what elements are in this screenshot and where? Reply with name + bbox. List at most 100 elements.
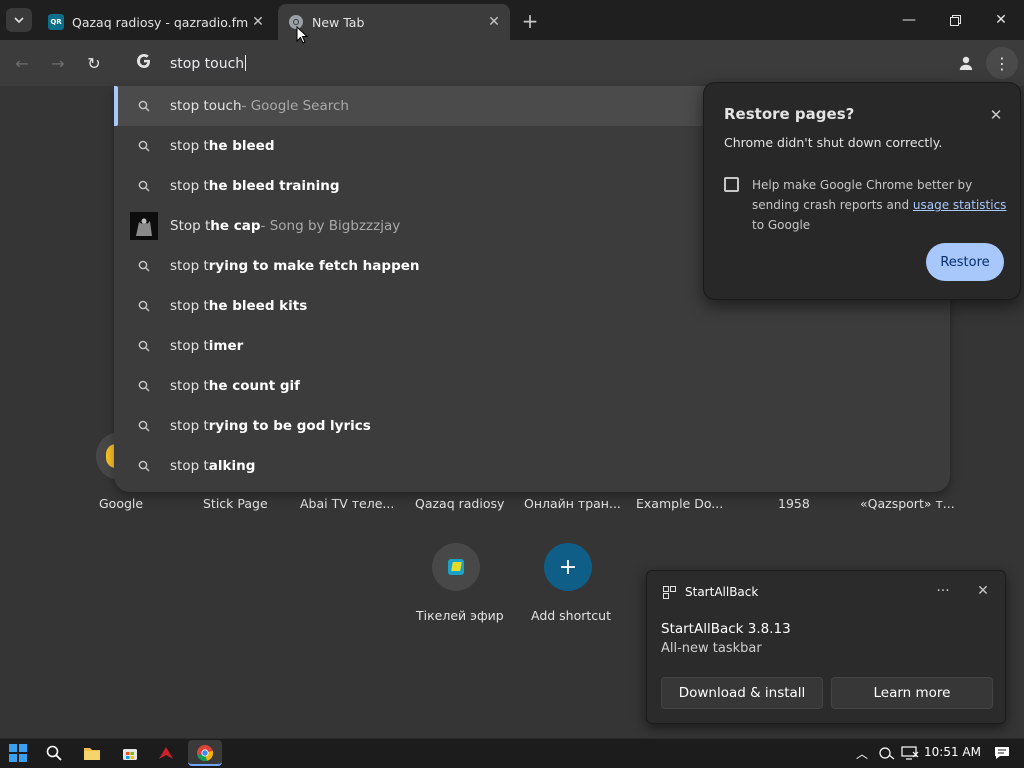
tab-title: New Tab <box>312 14 365 30</box>
search-icon <box>136 418 152 434</box>
suggestion-completion: rying to be god lyrics <box>208 418 371 434</box>
chrome-icon <box>197 745 214 762</box>
close-tab-icon[interactable]: ✕ <box>248 12 268 32</box>
file-explorer-button[interactable] <box>80 742 104 764</box>
suggestion-text: stop t <box>170 378 209 394</box>
suggestion-item[interactable]: stop t imer <box>114 326 950 366</box>
start-button[interactable] <box>6 742 30 764</box>
shortcut-label-online[interactable]: Онлайн тран... <box>524 496 621 511</box>
action-center-button[interactable] <box>990 742 1014 764</box>
suggestion-text: stop t <box>170 338 209 354</box>
tab-new-tab[interactable]: New Tab ✕ <box>278 4 510 40</box>
suggestion-completion: he bleed training <box>208 178 340 194</box>
shortcut-label-stick-page[interactable]: Stick Page <box>203 496 268 511</box>
chrome-menu-button[interactable]: ⋮ <box>986 47 1018 79</box>
suggestion-item[interactable]: stop t rying to be god lyrics <box>114 406 950 446</box>
forward-button[interactable]: → <box>46 51 70 75</box>
search-icon <box>136 338 152 354</box>
shortcut-label-google[interactable]: Google <box>99 496 143 511</box>
suggestion-completion: imer <box>208 338 244 354</box>
microsoft-store-button[interactable] <box>118 742 142 764</box>
shortcut-label-example[interactable]: Example Do... <box>636 496 723 511</box>
usage-statistics-link[interactable]: usage statistics <box>913 198 1007 212</box>
omnibox-input[interactable]: stop touch <box>170 55 247 72</box>
omnibox-text: stop touch <box>170 56 245 72</box>
notification-title: StartAllBack 3.8.13 <box>661 621 791 637</box>
startallback-app-icon <box>663 586 676 599</box>
taskbar-clock[interactable]: 10:51 AM <box>924 745 981 759</box>
suggestion-item[interactable]: stop t alking <box>114 446 950 486</box>
suggestion-completion: he bleed kits <box>208 298 308 314</box>
minimize-icon: — <box>902 12 916 28</box>
suggestion-text: stop t <box>170 258 209 274</box>
close-dialog-button[interactable]: ✕ <box>986 105 1006 125</box>
suggestion-completion: alking <box>208 458 256 474</box>
notification-more-button[interactable]: ··· <box>931 581 955 601</box>
new-tab-button[interactable]: + <box>518 9 542 33</box>
restore-window-icon <box>949 14 961 26</box>
shortcut-label-abai-tv[interactable]: Abai TV теле... <box>300 496 394 511</box>
notification-close-button[interactable]: ✕ <box>971 581 995 601</box>
text-caret <box>245 55 247 71</box>
checkbox-label: Help make Google Chrome better by sendin… <box>752 175 1007 235</box>
search-icon <box>136 378 152 394</box>
back-button[interactable]: ← <box>10 51 34 75</box>
dialog-title: Restore pages? <box>724 105 855 123</box>
show-hidden-icons-button[interactable]: ︿ <box>850 742 874 764</box>
close-icon: ✕ <box>977 583 989 599</box>
suggestion-item[interactable]: stop t he count gif <box>114 366 950 406</box>
qazradio-favicon-icon: QR <box>48 14 64 30</box>
mouse-cursor-icon <box>296 26 308 44</box>
profile-button[interactable] <box>954 51 978 75</box>
checkbox-text-end: to Google <box>752 218 811 232</box>
more-vert-icon: ⋮ <box>994 53 1010 73</box>
search-icon <box>46 745 62 761</box>
add-shortcut-button[interactable]: + <box>544 543 592 591</box>
dialog-message: Chrome didn't shut down correctly. <box>724 135 943 150</box>
tab-search-button[interactable] <box>6 8 32 32</box>
shortcut-label-1958[interactable]: 1958 <box>778 496 810 511</box>
shortcut-label-tikelei-efir[interactable]: Тікелей эфир <box>416 608 504 623</box>
suggestion-completion: he bleed <box>208 138 275 154</box>
reload-button[interactable]: ↻ <box>82 51 106 75</box>
restore-button[interactable]: Restore <box>926 243 1004 281</box>
notification-chat-icon <box>995 747 1009 759</box>
download-install-button[interactable]: Download & install <box>661 677 823 709</box>
close-tab-icon[interactable]: ✕ <box>484 12 504 32</box>
windows-logo-icon <box>9 744 27 762</box>
google-g-icon <box>137 54 150 68</box>
plus-icon: + <box>521 9 539 33</box>
suggestion-text: stop t <box>170 458 209 474</box>
shortcut-label-qazaq-radiosy[interactable]: Qazaq radiosy <box>415 496 504 511</box>
minimize-button[interactable]: — <box>886 8 932 32</box>
maximize-button[interactable] <box>932 8 978 32</box>
search-icon <box>136 298 152 314</box>
learn-more-button[interactable]: Learn more <box>831 677 993 709</box>
arrow-right-icon: → <box>51 53 65 73</box>
shortcut-label-add-shortcut[interactable]: Add shortcut <box>531 608 611 623</box>
language-tray-button[interactable] <box>875 742 899 764</box>
chrome-taskbar-button[interactable] <box>193 742 217 764</box>
usage-stats-checkbox[interactable] <box>724 177 739 192</box>
network-monitor-icon <box>901 746 919 760</box>
search-icon <box>136 458 152 474</box>
close-icon: ✕ <box>995 12 1007 28</box>
search-icon <box>136 98 152 114</box>
notification-app-name: StartAllBack <box>685 585 759 599</box>
person-icon <box>959 56 973 70</box>
taskbar-search-button[interactable] <box>42 742 66 764</box>
suggestion-text: stop touch <box>170 98 242 114</box>
suggestion-text: stop t <box>170 418 209 434</box>
close-window-button[interactable]: ✕ <box>978 8 1024 32</box>
shortcut-tikelei-efir-tile[interactable] <box>432 543 480 591</box>
network-tray-button[interactable] <box>898 742 922 764</box>
tikelei-efir-favicon-icon <box>448 559 464 575</box>
more-horiz-icon: ··· <box>936 583 950 599</box>
shortcut-label-qazsport[interactable]: «Qazsport» т... <box>860 496 955 511</box>
startallback-notification: StartAllBack ··· ✕ StartAllBack 3.8.13 A… <box>646 570 1006 724</box>
search-icon <box>136 178 152 194</box>
red-app-icon <box>159 747 173 759</box>
taskbar-app-red-button[interactable] <box>154 742 178 764</box>
tab-qazaq-radiosy[interactable]: QR Qazaq radiosy - qazradio.fm | K ✕ <box>38 4 274 40</box>
folder-icon <box>84 748 100 760</box>
